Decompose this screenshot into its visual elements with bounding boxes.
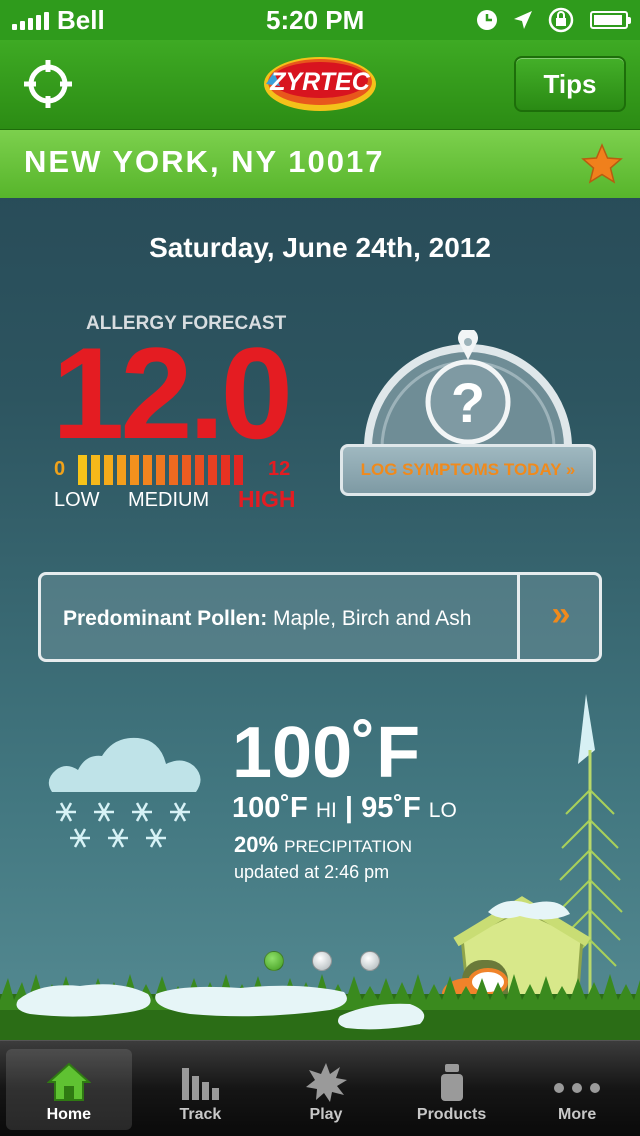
forecast-date: Saturday, June 24th, 2012	[149, 232, 491, 263]
status-right	[476, 7, 631, 33]
precip-value: 20%	[234, 832, 279, 857]
tab-play[interactable]: Play	[263, 1041, 389, 1136]
page-dot[interactable]	[312, 951, 332, 971]
scale-max: 12	[268, 458, 291, 480]
more-dots-icon	[554, 1083, 601, 1093]
lo-label: LO	[428, 799, 457, 822]
pollen-value: Maple, Birch and Ash	[273, 607, 472, 630]
meter-bar	[169, 455, 178, 485]
hi-lo-temperatures: 100˚F HI | 95˚F LO	[232, 792, 457, 825]
zyrtec-logo: ZYRTEC	[264, 57, 376, 111]
tab-label: Home	[46, 1106, 92, 1123]
signal-icon	[12, 10, 49, 30]
battery-icon	[590, 11, 631, 29]
page-indicator[interactable]	[264, 951, 380, 971]
precip-label: PRECIPITATION	[284, 837, 412, 856]
symptom-dial[interactable]: ?	[362, 330, 574, 448]
current-temperature: 100˚F	[232, 713, 421, 793]
status-bar: Bell 5:20 PM	[0, 0, 640, 40]
tab-label: More	[558, 1106, 597, 1123]
location-name: NEW YORK, NY 10017	[24, 144, 385, 179]
location-bar: NEW YORK, NY 10017	[0, 130, 640, 198]
log-symptoms-button[interactable]: LOG SYMPTOMS TODAY »	[340, 444, 596, 496]
meter-bar	[78, 455, 87, 485]
tips-button[interactable]: Tips	[514, 56, 626, 112]
lo-value: 95˚F	[361, 792, 421, 824]
scale-high-label: HIGH	[238, 486, 296, 512]
meter-bar	[91, 455, 100, 485]
carrier-name: Bell	[57, 4, 105, 35]
meter-bar	[234, 455, 243, 485]
meter-bar	[195, 455, 204, 485]
status-time: 5:20 PM	[266, 4, 365, 35]
page-dot-active[interactable]	[264, 951, 284, 971]
scale-low-label: LOW	[54, 489, 100, 511]
meter-bar	[182, 455, 191, 485]
forecast-value: 12.0	[52, 320, 293, 466]
tab-label: Play	[309, 1106, 343, 1123]
tab-more[interactable]: More	[514, 1041, 640, 1136]
predominant-pollen-row[interactable]: Predominant Pollen: Maple, Birch and Ash…	[38, 572, 602, 662]
meter-bar	[221, 455, 230, 485]
tab-bar: Home Track Play Products More	[0, 1040, 640, 1136]
pollen-label: Predominant Pollen:	[63, 607, 268, 630]
scale-min: 0	[54, 458, 66, 480]
tab-label: Track	[179, 1106, 222, 1123]
tab-label: Products	[416, 1106, 487, 1123]
header: ZYRTEC Tips	[0, 40, 640, 130]
locate-crosshair-icon[interactable]	[22, 58, 74, 110]
page-dot[interactable]	[360, 951, 380, 971]
bottle-icon	[440, 1064, 463, 1101]
bar-chart-icon	[182, 1068, 220, 1100]
snow-cloud-icon	[48, 737, 201, 848]
status-left: Bell	[12, 5, 105, 36]
location-arrow-icon	[514, 11, 532, 29]
hi-value: 100˚F	[232, 792, 308, 824]
hi-label: HI	[315, 799, 337, 822]
home-icon	[46, 1062, 91, 1101]
tab-products[interactable]: Products	[389, 1041, 515, 1136]
allergy-level-meter	[78, 455, 243, 485]
meter-bar	[104, 455, 113, 485]
starburst-icon	[305, 1063, 347, 1102]
precipitation: 20% PRECIPITATION	[234, 832, 412, 858]
pollen-divider	[517, 575, 520, 659]
question-mark-icon: ?	[451, 371, 485, 434]
hi-lo-separator: |	[344, 792, 354, 824]
meter-bar	[130, 455, 139, 485]
tab-home[interactable]: Home	[6, 1049, 132, 1130]
logo-text: ZYRTEC	[269, 68, 370, 96]
orientation-lock-icon	[548, 7, 574, 33]
meter-bar	[156, 455, 165, 485]
clock-icon	[477, 10, 497, 30]
pollen-arrow-icon[interactable]: »	[527, 595, 595, 639]
pollen-text: Predominant Pollen: Maple, Birch and Ash	[63, 607, 471, 631]
tab-track[interactable]: Track	[138, 1041, 264, 1136]
meter-bar	[143, 455, 152, 485]
scale-medium-label: MEDIUM	[128, 489, 210, 511]
updated-time: updated at 2:46 pm	[234, 862, 390, 882]
meter-bar	[208, 455, 217, 485]
meter-bar	[117, 455, 126, 485]
favorite-star-icon[interactable]	[580, 142, 624, 186]
